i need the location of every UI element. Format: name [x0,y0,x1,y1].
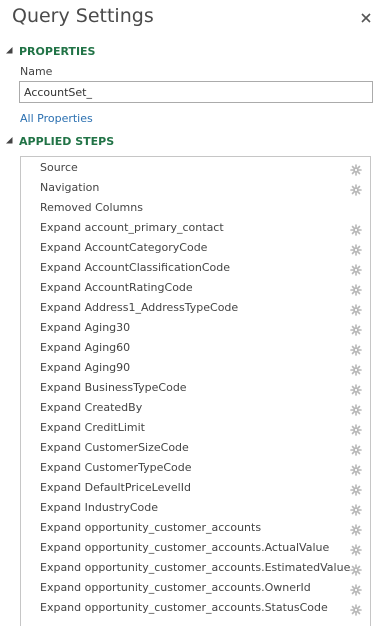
applied-step-label: Expand CustomerSizeCode [40,440,189,454]
applied-step[interactable]: Expand Aging60 [21,337,370,357]
gear-icon[interactable] [350,221,362,236]
gear-icon[interactable] [350,261,362,276]
gear-icon[interactable] [350,321,362,336]
applied-step-label: Expand Aging90 [40,360,131,374]
gear-icon[interactable] [350,441,362,456]
gear-icon[interactable] [350,301,362,316]
gear-icon[interactable] [350,181,362,196]
gear-icon[interactable] [350,361,362,376]
applied-step[interactable]: Navigation [21,177,370,197]
gear-icon[interactable] [350,161,362,176]
gear-icon[interactable] [350,241,362,256]
applied-step-label: Expand DefaultPriceLevelId [40,480,191,494]
query-name-input[interactable] [19,81,373,103]
applied-step[interactable]: Expand CustomerTypeCode [21,457,370,477]
applied-step-label: Expand account_primary_contact [40,220,224,234]
applied-step-label: Navigation [40,180,100,194]
applied-step[interactable]: Expand opportunity_customer_accounts.Own… [21,577,370,597]
collapse-triangle-icon [6,47,13,54]
all-properties-link[interactable]: All Properties [20,112,93,125]
applied-step[interactable]: Expand opportunity_customer_accounts [21,517,370,537]
applied-step[interactable]: Expand CreditLimit [21,417,370,437]
close-icon [361,13,371,23]
gear-icon[interactable] [350,401,362,416]
applied-step-label: Expand CreatedBy [40,400,143,414]
gear-icon[interactable] [350,461,362,476]
applied-step-label: Expand opportunity_customer_accounts.Act… [40,540,330,554]
applied-step[interactable]: Expand Aging30 [21,317,370,337]
applied-step[interactable]: Removed Columns [21,197,370,217]
gear-icon[interactable] [350,481,362,496]
applied-steps-section-header[interactable]: APPLIED STEPS [4,133,114,149]
applied-step-label: Expand opportunity_customer_accounts.Sta… [40,600,328,614]
applied-step[interactable]: Expand AccountRatingCode [21,277,370,297]
applied-step[interactable]: Expand opportunity_customer_accounts.Est… [21,557,370,577]
applied-step-label: Expand CustomerTypeCode [40,460,192,474]
applied-step-label: Expand AccountRatingCode [40,280,193,294]
gear-icon[interactable] [350,521,362,536]
applied-step-label: Expand AccountClassificationCode [40,260,230,274]
applied-step[interactable]: Expand DefaultPriceLevelId [21,477,370,497]
applied-step-label: Expand Address1_AddressTypeCode [40,300,239,314]
collapse-triangle-icon [6,137,13,144]
applied-step[interactable]: Expand opportunity_customer_accounts.Act… [21,537,370,557]
applied-step[interactable]: Expand AccountCategoryCode [21,237,370,257]
gear-icon[interactable] [350,381,362,396]
applied-step-label: Expand Aging60 [40,340,131,354]
applied-steps-header: APPLIED STEPS [19,134,115,148]
pane-title: Query Settings [12,5,154,27]
applied-step-label: Expand CreditLimit [40,420,145,434]
applied-step-label: Expand Aging30 [40,320,131,334]
gear-icon[interactable] [350,601,362,616]
applied-step-label: Expand opportunity_customer_accounts.Est… [40,560,351,574]
gear-icon[interactable] [350,421,362,436]
applied-step[interactable]: Expand Aging90 [21,357,370,377]
applied-step-label: Expand IndustryCode [40,500,159,514]
applied-step[interactable]: Source [21,157,370,177]
applied-step-label: Removed Columns [40,200,143,214]
close-button[interactable] [358,10,374,26]
gear-icon[interactable] [350,501,362,516]
applied-step[interactable]: Expand BusinessTypeCode [21,377,370,397]
applied-steps-list: Source Navigation Removed Columns Expand ac… [20,156,371,626]
gear-icon[interactable] [350,281,362,296]
gear-icon[interactable] [350,581,362,596]
applied-step[interactable]: Expand opportunity_customer_accounts.Sta… [21,597,370,617]
applied-step-label: Expand opportunity_customer_accounts [40,520,262,534]
applied-step-label: Expand BusinessTypeCode [40,380,187,394]
properties-header: PROPERTIES [19,44,96,58]
applied-step-label: Source [40,160,78,174]
applied-step[interactable]: Expand IndustryCode [21,497,370,517]
applied-step-label: Expand AccountCategoryCode [40,240,208,254]
applied-step[interactable]: Expand AccountClassificationCode [21,257,370,277]
applied-step[interactable]: Expand account_primary_contact [21,217,370,237]
name-label: Name [20,65,53,78]
properties-section-header[interactable]: PROPERTIES [4,43,95,59]
gear-icon[interactable] [350,341,362,356]
applied-step-label: Expand opportunity_customer_accounts.Own… [40,580,311,594]
applied-step[interactable]: Expand CustomerSizeCode [21,437,370,457]
applied-step[interactable]: Expand CreatedBy [21,397,370,417]
gear-icon[interactable] [350,561,363,576]
gear-icon[interactable] [350,541,362,556]
applied-step[interactable]: Expand Address1_AddressTypeCode [21,297,370,317]
